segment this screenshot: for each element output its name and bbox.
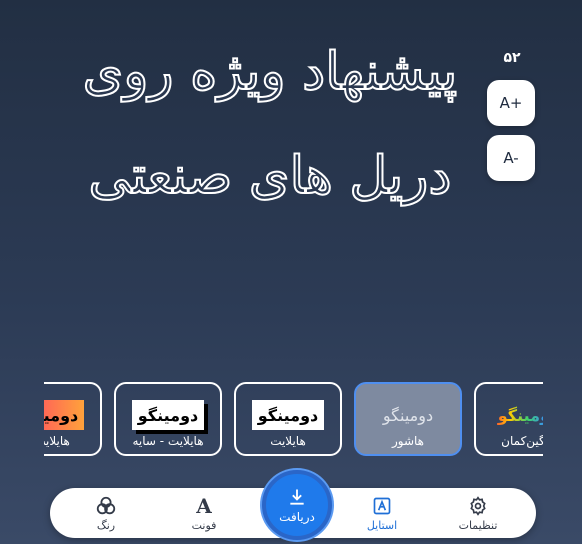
font-size-value: ۵۲: [503, 50, 521, 66]
style-carousel[interactable]: دومینگو رنگین‌کمان دومینگو هاشور دومینگو…: [44, 382, 543, 458]
decrease-size-button[interactable]: A-: [487, 135, 535, 181]
nav-settings[interactable]: تنظیمات: [438, 490, 518, 536]
font-icon: A: [196, 493, 212, 518]
nav-font-label: فونت: [191, 518, 217, 532]
style-card-highlight-gradient[interactable]: دومینگو هایلایت -: [44, 382, 102, 456]
style-card-highlight[interactable]: دومینگو هایلایت: [234, 382, 342, 456]
canvas-line-2: دریل های صنعتی: [87, 145, 452, 207]
nav-color[interactable]: رنگ: [66, 490, 146, 536]
style-preview: دومینگو: [44, 400, 85, 430]
style-label: هاشور: [391, 434, 425, 448]
style-label: رنگین‌کمان: [501, 434, 543, 448]
style-card-hashur[interactable]: دومینگو هاشور: [354, 382, 462, 456]
nav-settings-label: تنظیمات: [458, 518, 498, 532]
download-button[interactable]: دریافت: [262, 470, 332, 540]
nav-style[interactable]: استایل: [342, 490, 422, 536]
style-preview: دومینگو: [131, 400, 205, 430]
nav-color-label: رنگ: [96, 518, 116, 532]
style-icon: [372, 495, 392, 517]
style-preview: دومینگو: [251, 400, 325, 430]
style-card-rainbow[interactable]: دومینگو رنگین‌کمان: [474, 382, 543, 456]
style-label: هایلایت - سایه: [132, 434, 204, 448]
style-preview: دومینگو: [382, 405, 434, 425]
nav-style-label: استایل: [366, 518, 398, 532]
download-label: دریافت: [279, 509, 315, 524]
text-canvas[interactable]: پیشنهاد ویژه روی دریل های صنعتی: [60, 20, 480, 228]
gear-icon: [468, 495, 488, 517]
color-palette-icon: [95, 495, 117, 517]
style-card-highlight-shadow[interactable]: دومینگو هایلایت - سایه: [114, 382, 222, 456]
increase-size-button[interactable]: A+: [487, 80, 535, 126]
canvas-line-1: پیشنهاد ویژه روی: [82, 41, 458, 103]
style-label: هایلایت -: [44, 434, 70, 448]
download-icon: [287, 487, 307, 510]
style-preview: دومینگو: [492, 400, 543, 430]
style-label: هایلایت: [270, 434, 306, 448]
nav-font[interactable]: A فونت: [164, 490, 244, 536]
